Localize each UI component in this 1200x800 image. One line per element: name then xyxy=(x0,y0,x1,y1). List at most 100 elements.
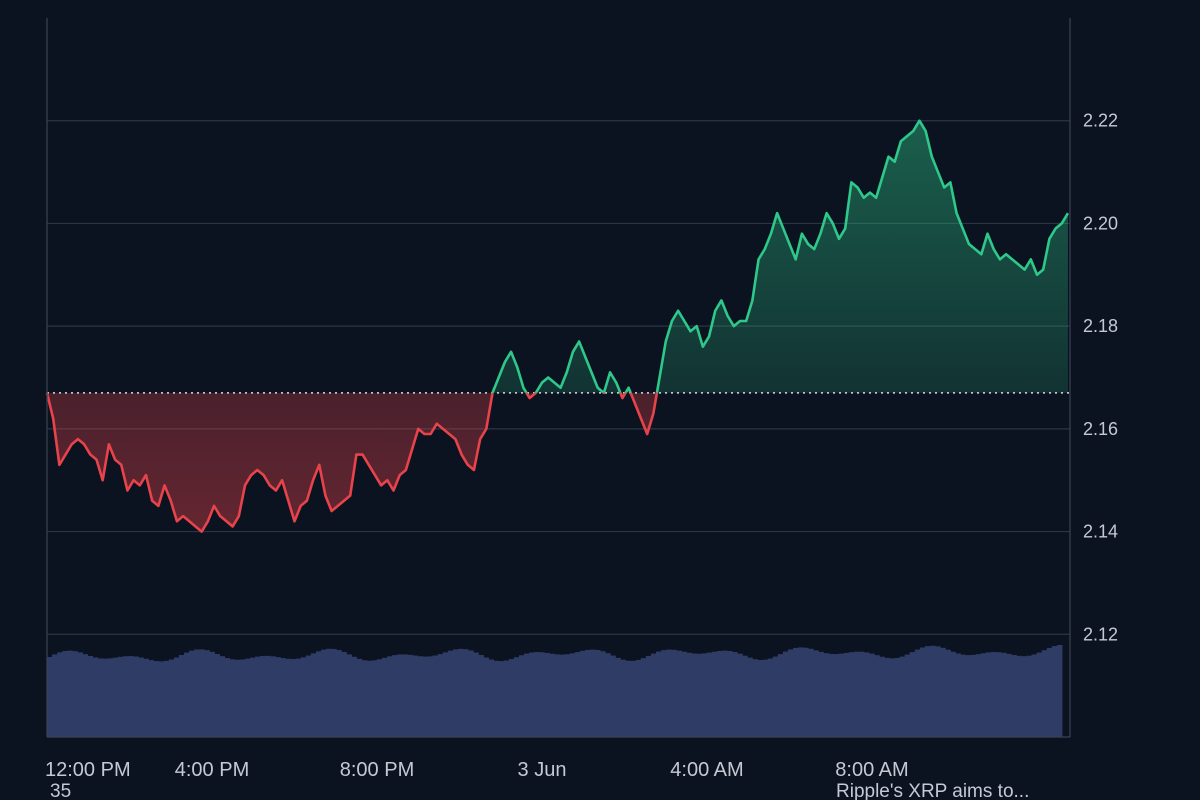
volume-bar xyxy=(295,658,302,737)
volume-bar xyxy=(569,653,576,737)
volume-bar xyxy=(919,647,926,737)
volume-bar xyxy=(666,649,672,737)
volume-bar xyxy=(194,649,200,737)
volume-bar xyxy=(138,657,144,737)
volume-bar xyxy=(513,657,520,737)
volume-bar xyxy=(112,657,119,737)
volume-bar xyxy=(341,651,347,737)
volume-bar xyxy=(838,653,845,737)
volume-bar xyxy=(524,653,530,737)
volume-bar xyxy=(544,652,550,737)
volume-bar xyxy=(493,660,500,737)
volume-bar xyxy=(1051,646,1058,737)
volume-bar xyxy=(473,652,479,737)
volume-bar xyxy=(224,658,231,737)
price-chart: 2.12 2.14 2.16 2.18 2.20 2.22 12:00 PM 4:00 PM… xyxy=(0,0,1200,800)
volume-bar xyxy=(518,655,525,737)
volume-bar xyxy=(650,653,657,737)
volume-bar xyxy=(508,659,515,737)
y-tick-label: 2.14 xyxy=(1083,522,1118,542)
volume-bar xyxy=(945,649,951,737)
volume-bar xyxy=(376,659,383,737)
volume-bar xyxy=(869,653,875,737)
volume-bar xyxy=(128,656,134,737)
volume-bar xyxy=(67,650,73,737)
volume-bar xyxy=(184,652,190,737)
volume-bar xyxy=(234,659,241,737)
volume-bar xyxy=(584,649,591,737)
y-tick-label: 2.18 xyxy=(1083,316,1118,336)
volume-bar xyxy=(285,658,291,737)
volume-bar xyxy=(686,652,692,737)
volume-bar xyxy=(904,654,911,737)
volume-bar xyxy=(595,650,601,737)
volume-bar xyxy=(1001,652,1007,737)
y-tick-label: 2.20 xyxy=(1083,213,1118,233)
volume-bar xyxy=(204,650,210,737)
volume-bar xyxy=(346,654,352,737)
volume-bar xyxy=(143,658,149,737)
volume-bar xyxy=(366,660,373,737)
volume-bar xyxy=(244,658,251,737)
volume-bar xyxy=(955,653,961,737)
volume-bar xyxy=(1021,656,1027,737)
footer-right-headline[interactable]: Ripple's XRP aims to... xyxy=(836,781,1029,800)
volume-bar xyxy=(498,661,505,737)
volume-bar xyxy=(590,649,596,737)
volume-bar xyxy=(392,655,398,737)
volume-bar xyxy=(721,650,728,737)
volume-bar xyxy=(701,653,708,737)
volume-bar xyxy=(133,656,139,737)
volume-bar xyxy=(529,652,535,737)
volume-bar xyxy=(843,652,850,737)
volume-bar xyxy=(422,656,429,737)
volume-bar xyxy=(189,650,195,737)
y-tick-label: 2.22 xyxy=(1083,111,1118,131)
volume-bar xyxy=(260,655,266,737)
volume-bar xyxy=(980,653,987,737)
volume-bar xyxy=(219,656,226,737)
volume-bar xyxy=(1011,654,1017,737)
volume-bar xyxy=(600,651,606,737)
volume-bar xyxy=(787,649,794,737)
volume-bar xyxy=(1056,644,1063,737)
volume-bar xyxy=(447,650,454,737)
volume-bar xyxy=(706,652,713,737)
volume-bar xyxy=(833,654,840,737)
volume-bar xyxy=(47,656,53,737)
volume-bar xyxy=(671,649,677,737)
volume-bar xyxy=(371,660,378,737)
x-tick-label: 3 Jun xyxy=(518,759,567,781)
x-tick-label: 12:00 PM xyxy=(45,759,131,781)
volume-bar xyxy=(351,656,357,737)
volume-bar xyxy=(605,653,611,737)
volume-bar xyxy=(864,652,870,737)
volume-bar xyxy=(899,656,906,737)
footer-left-text: 35 xyxy=(50,781,71,800)
x-tick-label: 4:00 AM xyxy=(670,759,743,781)
volume-bar xyxy=(879,656,885,737)
volume-bar xyxy=(199,649,205,737)
volume-bar xyxy=(381,657,388,737)
volume-bar xyxy=(315,651,322,737)
volume-bar xyxy=(280,658,286,737)
volume-bar xyxy=(239,659,246,737)
volume-bar xyxy=(270,656,276,737)
volume-bar xyxy=(1031,654,1038,737)
volume-bar xyxy=(265,655,271,737)
volume-bar xyxy=(275,657,281,737)
volume-bar xyxy=(539,652,545,737)
volume-bar xyxy=(645,655,652,737)
volume-bar xyxy=(173,657,180,737)
volume-bar xyxy=(808,648,814,737)
volume-bar xyxy=(214,653,220,737)
volume-bar xyxy=(884,657,890,737)
volume-bar xyxy=(72,651,78,737)
volume-bar xyxy=(402,654,408,737)
volume-bar xyxy=(336,650,342,737)
volume-bar xyxy=(930,645,936,737)
volume-bar xyxy=(158,661,165,737)
volume-bar xyxy=(503,660,510,737)
volume-bar xyxy=(914,649,921,737)
volume-bar xyxy=(326,648,332,737)
